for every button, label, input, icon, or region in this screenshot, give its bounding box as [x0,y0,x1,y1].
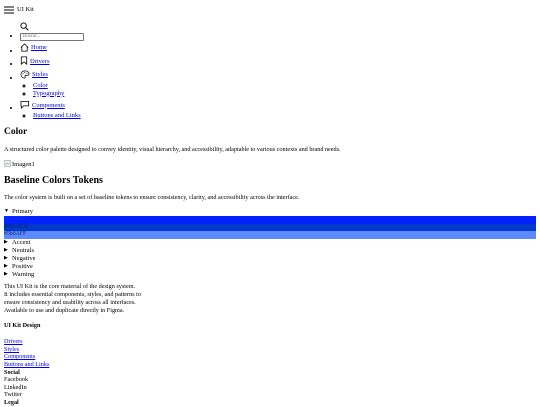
triangle-right-icon: ▶ [4,271,8,277]
negative-summary[interactable]: ▶ Negative [4,255,536,263]
group-label: Neutrals [12,246,35,254]
positive-summary[interactable]: ▶ Positive [4,263,536,271]
home-icon[interactable] [20,42,29,52]
swatch-hex: #003ACD [4,223,28,230]
footer-social-title: Social [4,368,20,376]
neutrals-group: ▶ Neutrals [4,247,536,255]
nav-item-home: Home [20,42,536,55]
nav-item-styles: Styles Color Typography [20,70,536,97]
broken-image: Imagen1 [4,160,536,170]
negative-group: ▶ Negative [4,255,536,263]
group-label: Accent [12,238,31,246]
color-swatch-0022ff: #0022FF [4,216,536,224]
triangle-right-icon: ▶ [4,263,8,269]
broken-image-icon [4,160,11,170]
page: UI Kit Home Drivers [0,0,540,407]
footer-social-linkedin: LinkedIn [4,383,27,391]
warning-group: ▶ Warning [4,271,536,279]
color-swatch-5b8aff: #5b8AFF [4,231,536,239]
nav-link-components[interactable]: Components [32,102,65,110]
footer-social-facebook: Facebook [4,376,29,384]
intro-line: It includes essential components, styles… [4,290,141,298]
kit-intro: This UI Kit is the core material of the … [4,283,536,315]
accent-group: ▶ Accent [4,239,536,247]
positive-group: ▶ Positive [4,263,536,271]
chat-bubble-icon[interactable] [20,100,30,110]
triangle-right-icon: ▶ [4,255,8,261]
palette-icon[interactable] [20,70,30,79]
section-title: Baseline Colors Tokens [4,174,103,186]
nav-item-drivers: Drivers [20,56,536,68]
footer-legal-title: Legal [4,399,19,407]
intro-line: ensure consistency and usability across … [4,298,136,306]
nav-search [20,22,536,41]
intro-line: This UI Kit is the core material of the … [4,282,136,290]
page-description: A structured color palette designed to c… [4,146,341,154]
submenu-item: Color [33,82,536,90]
bookmark-icon[interactable] [20,56,28,66]
footer-link-drivers[interactable]: Drivers [4,338,23,345]
footer-title: UI Kit Design [4,321,41,329]
nav-link-color[interactable]: Color [33,82,48,89]
app-title: UI Kit [17,6,34,14]
submenu-item: Buttons and Links [33,112,536,120]
main-nav: Home Drivers Styles Color Typography [4,22,536,120]
footer-link-styles[interactable]: Styles [4,346,19,353]
styles-submenu: Color Typography [20,82,536,98]
primary-group: ▼ Primary #0022FF #003ACD #5b8AFF [4,208,536,239]
search-icon[interactable] [20,22,536,31]
footer-link-components[interactable]: Components [4,353,35,360]
group-label: Warning [12,270,35,278]
neutrals-summary[interactable]: ▶ Neutrals [4,247,536,255]
triangle-right-icon: ▶ [4,247,8,253]
footer-links: Drivers Styles Components Buttons and Li… [4,338,536,406]
hamburger-menu-icon[interactable] [4,6,14,14]
page-title: Color [4,127,28,138]
nav-link-drivers[interactable]: Drivers [30,58,50,66]
header: UI Kit [4,4,536,16]
accent-summary[interactable]: ▶ Accent [4,239,536,247]
warning-summary[interactable]: ▶ Warning [4,271,536,279]
group-label: Negative [12,254,36,262]
primary-summary[interactable]: ▼ Primary [4,208,536,216]
nav-item-components: Components Buttons and Links [20,100,536,120]
nav-link-home[interactable]: Home [31,44,47,52]
footer-link-buttons-and-links[interactable]: Buttons and Links [4,361,49,368]
triangle-down-icon: ▼ [4,209,9,215]
footer-social-twitter: Twitter [4,391,22,399]
image-alt-text: Imagen1 [12,161,35,168]
swatch-hex: #0022FF [4,216,25,223]
swatch-hex: #5b8AFF [4,231,27,238]
color-swatch-003acd: #003ACD [4,223,536,232]
section-description: The color system is built on a set of ba… [4,193,300,201]
nav-link-buttons-and-links[interactable]: Buttons and Links [33,112,81,119]
intro-line: Available to use and duplicate directly … [4,306,125,314]
nav-link-styles[interactable]: Styles [32,71,48,79]
submenu-item: Typography [33,90,536,98]
components-submenu: Buttons and Links [20,112,536,120]
nav-link-typography[interactable]: Typography [33,90,64,97]
triangle-right-icon: ▶ [4,239,8,245]
group-label: Primary [12,208,33,216]
group-label: Positive [12,262,33,270]
search-input[interactable] [20,32,84,41]
